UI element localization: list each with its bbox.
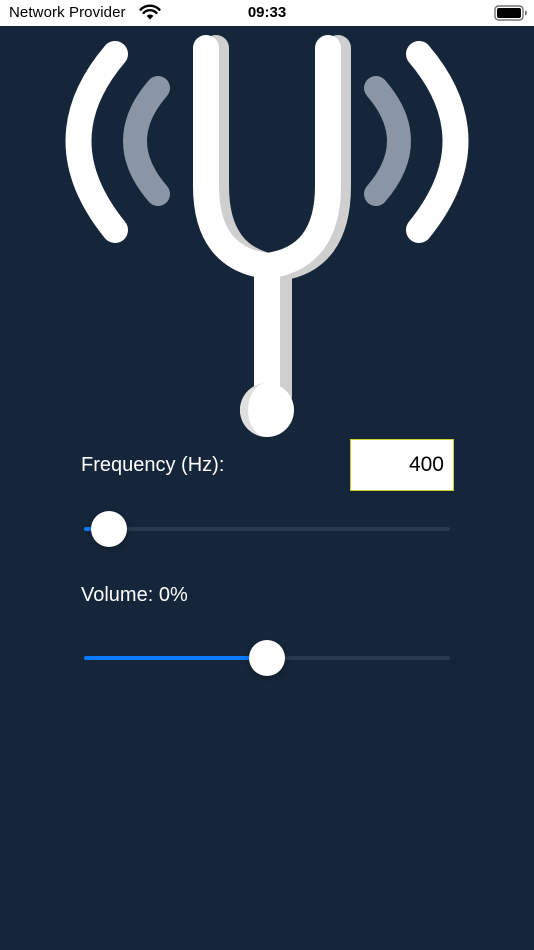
frequency-slider-thumb[interactable]	[90, 511, 127, 547]
status-bar: Network Provider 09:33	[0, 0, 534, 26]
volume-slider-thumb[interactable]	[249, 640, 285, 676]
volume-slider-fill	[84, 656, 267, 660]
volume-label: Volume: 0%	[81, 584, 188, 606]
battery-icon	[494, 5, 527, 21]
frequency-slider[interactable]	[84, 509, 450, 549]
frequency-slider-track	[84, 527, 450, 531]
volume-slider[interactable]	[84, 638, 450, 678]
status-time: 09:33	[247, 4, 287, 21]
frequency-input[interactable]	[350, 439, 454, 491]
frequency-label: Frequency (Hz):	[81, 454, 225, 476]
tuning-fork-icon	[65, 35, 469, 437]
